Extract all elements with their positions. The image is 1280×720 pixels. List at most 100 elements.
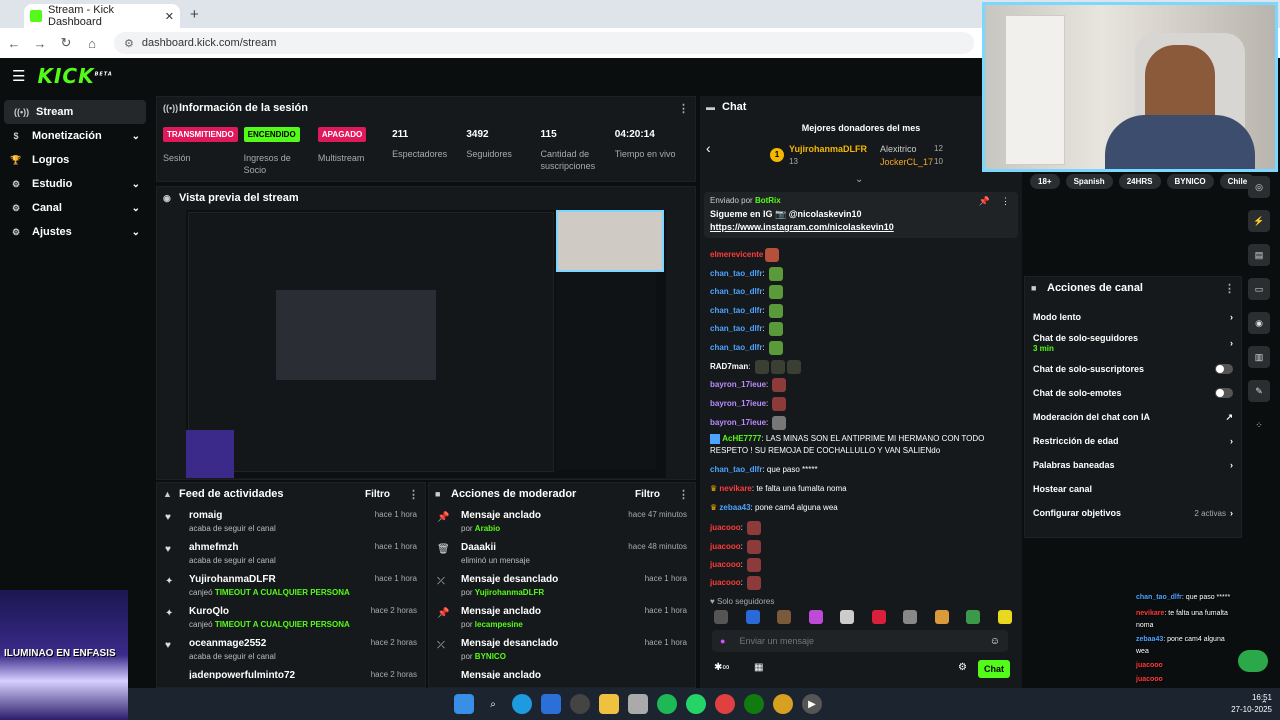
document-icon[interactable]: ▤	[1248, 244, 1270, 266]
tag[interactable]: 24HRS	[1118, 174, 1161, 189]
heart-icon	[165, 672, 179, 674]
pinned-author[interactable]: BotRix	[755, 196, 781, 205]
pinned-link[interactable]: https://www.instagram.com/nicolaskevin10	[710, 222, 1012, 232]
more-tools-icon[interactable]: ⁘	[1248, 414, 1270, 436]
whatsapp-icon[interactable]	[686, 694, 706, 714]
webcam-overlay	[982, 2, 1278, 172]
overlay-chat-line: juacooo	[1136, 676, 1163, 683]
emote-icon[interactable]	[808, 610, 823, 624]
forward-icon[interactable]: →	[28, 36, 52, 51]
emote-icon[interactable]	[714, 610, 728, 624]
chat-message: bayron_17ieue:	[710, 378, 787, 392]
more-options-icon[interactable]: ⋮	[678, 488, 689, 501]
webcam-shirt	[1105, 115, 1255, 169]
lightning-icon[interactable]: ⚡	[1248, 210, 1270, 232]
filter-button[interactable]: Filtro	[365, 489, 390, 500]
emote-icon[interactable]	[997, 610, 1012, 624]
emote-icon[interactable]	[903, 610, 918, 624]
action-host-channel[interactable]: Hostear canal	[1025, 477, 1241, 501]
emotes-only-toggle[interactable]	[1215, 388, 1233, 398]
url-field[interactable]: ⚙ dashboard.kick.com/stream	[114, 32, 974, 54]
wrench-icon[interactable]: ✎	[1248, 380, 1270, 402]
chevron-left-icon[interactable]: ‹	[706, 140, 711, 156]
store-icon[interactable]	[541, 694, 561, 714]
sidebar-item-logros[interactable]: 🏆 Logros	[0, 148, 150, 172]
app-icon[interactable]	[628, 694, 648, 714]
action-age-restriction[interactable]: Restricción de edad ›	[1025, 429, 1241, 453]
emote-icon[interactable]	[966, 610, 981, 624]
close-tab-icon[interactable]: ✕	[165, 10, 174, 23]
new-tab-icon[interactable]: +	[190, 6, 199, 23]
layout-icon[interactable]: ▥	[1248, 346, 1270, 368]
chat-bubble-icon[interactable]: ▭	[1248, 278, 1270, 300]
tag[interactable]: BYNICO	[1166, 174, 1214, 189]
home-icon[interactable]: ⌂	[80, 36, 104, 51]
reload-icon[interactable]: ↻	[54, 35, 78, 51]
emoji-icon[interactable]: ☺	[990, 636, 1000, 647]
emote-icon[interactable]	[871, 610, 886, 624]
action-banned-words[interactable]: Palabras baneadas ›	[1025, 453, 1241, 477]
browser-tab[interactable]: Stream - Kick Dashboard ✕	[24, 4, 180, 28]
chat-message: bayron_17ieue:	[710, 416, 787, 430]
gear-icon[interactable]: ⚙	[958, 662, 967, 673]
explorer-icon[interactable]	[599, 694, 619, 714]
chat-icon: ▬	[706, 102, 715, 112]
subs-only-toggle[interactable]	[1215, 364, 1233, 374]
overlay-chat-line: zebaa43: pone cam4 alguna	[1136, 636, 1225, 643]
xbox-icon[interactable]	[744, 694, 764, 714]
action-slow-mode[interactable]: Modo lento ›	[1025, 305, 1241, 329]
media-player-icon[interactable]: ▶	[802, 694, 822, 714]
broadcast-icon[interactable]: ◉	[1248, 312, 1270, 334]
emote-icon	[786, 360, 801, 374]
spotify-icon[interactable]	[657, 694, 677, 714]
action-followers-only[interactable]: Chat de solo-seguidores 3 min ›	[1025, 329, 1241, 357]
windows-start-icon[interactable]	[454, 694, 474, 714]
chevron-down-icon[interactable]: ⌄	[855, 174, 863, 185]
donor-2-name[interactable]: Alexitrico	[880, 144, 917, 154]
list-item: ✦ KuroQlo canjeó TIMEOUT A CUALQUIER PERSO…	[165, 606, 417, 629]
chat-message: chan_tao_dlfr: que paso *****	[710, 465, 818, 474]
pin-icon[interactable]: 📌	[979, 196, 990, 207]
send-chat-button[interactable]: Chat	[978, 660, 1010, 678]
edge-icon[interactable]	[512, 694, 532, 714]
action-ai-moderation[interactable]: Moderación del chat con IA ↗	[1025, 405, 1241, 429]
camera-icon[interactable]: ◎	[1248, 176, 1270, 198]
sidebar-item-ajustes[interactable]: ⚙ Ajustes ⌄	[0, 220, 150, 244]
more-options-icon[interactable]: ⋮	[408, 488, 419, 501]
more-options-icon[interactable]: ⋮	[1001, 196, 1010, 207]
chrome-icon[interactable]	[715, 694, 735, 714]
shield-icon: ■	[1031, 283, 1037, 293]
settings-icon[interactable]: ✱∞	[714, 662, 730, 673]
chat-input[interactable]	[739, 636, 990, 646]
donor-1-name[interactable]: YujirohanmaDLFR	[789, 144, 867, 154]
back-icon[interactable]: ←	[2, 36, 26, 51]
obs-icon[interactable]	[570, 694, 590, 714]
emote-icon[interactable]	[745, 610, 760, 624]
more-options-icon[interactable]: ⋮	[678, 102, 689, 115]
search-icon[interactable]: ⌕	[483, 694, 503, 714]
action-goals[interactable]: Configurar objetivos 2 activas ›	[1025, 501, 1241, 525]
overlay-whatsapp-icon	[1238, 650, 1268, 672]
filter-button[interactable]: Filtro	[635, 489, 660, 500]
rank-badge: 1	[770, 148, 784, 162]
site-info-icon[interactable]: ⚙	[124, 37, 134, 50]
more-options-icon[interactable]: ⋮	[1224, 282, 1235, 295]
tag[interactable]: 18+	[1030, 174, 1060, 189]
gift-icon[interactable]: ▦	[754, 662, 763, 673]
sidebar-item-monetizacion[interactable]: $ Monetización ⌄	[0, 124, 150, 148]
emote-icon[interactable]	[777, 610, 792, 624]
kick-logo[interactable]: KICKBETA	[37, 64, 112, 88]
sidebar-item-estudio[interactable]: ⚙ Estudio ⌄	[0, 172, 150, 196]
tag[interactable]: Spanish	[1065, 174, 1113, 189]
sidebar-item-stream[interactable]: ((•)) Stream	[4, 100, 146, 124]
chrome-icon[interactable]	[773, 694, 793, 714]
donor-3-name[interactable]: JockerCL_17	[880, 157, 933, 167]
mic-icon[interactable]: ●	[720, 636, 725, 646]
emote-icon[interactable]	[840, 610, 855, 624]
emote-bar	[712, 610, 1012, 624]
stream-preview-video[interactable]	[186, 210, 666, 478]
sidebar-item-canal[interactable]: ⚙ Canal ⌄	[0, 196, 150, 220]
emote-icon[interactable]	[934, 610, 949, 624]
menu-icon[interactable]: ☰	[12, 67, 25, 85]
mod-actions-panel: ■ Acciones de moderador Filtro ⋮ 📌 Mensaje a…	[428, 482, 696, 688]
